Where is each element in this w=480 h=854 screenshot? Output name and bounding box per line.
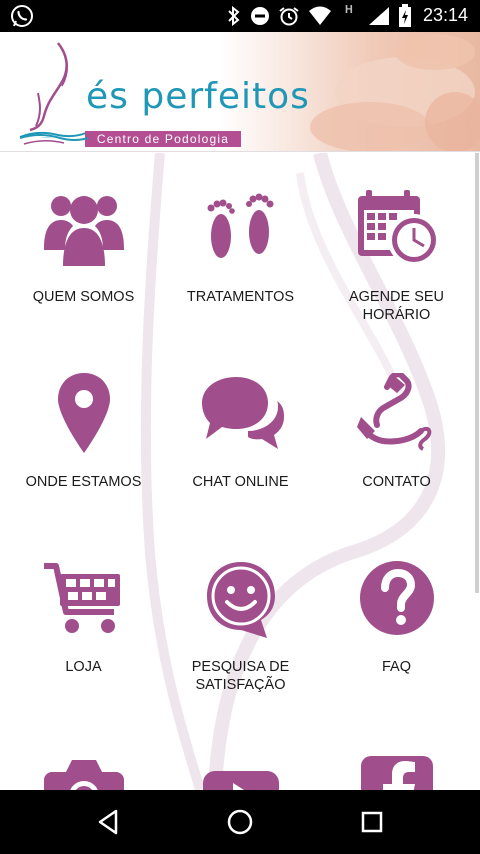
people-icon: [5, 183, 162, 273]
footprints-icon: [162, 183, 319, 273]
menu-content[interactable]: QUEM SOMOS TRATAMENTOS AGENDE SEU HORÁRI…: [0, 153, 472, 790]
recents-icon[interactable]: [352, 806, 392, 838]
status-time: 23:14: [422, 5, 468, 25]
do-not-disturb-icon: [250, 6, 270, 30]
menu-item-label: QUEM SOMOS: [32, 289, 135, 305]
menu-item-chat-online[interactable]: CHAT ONLINE: [162, 368, 319, 508]
camera-icon: [5, 744, 162, 790]
menu-item-pesquisa[interactable]: PESQUISA DE SATISFAÇÃO: [162, 553, 319, 713]
menu-item-loja[interactable]: LOJA: [5, 553, 162, 693]
menu-item-label: ONDE ESTAMOS: [25, 474, 142, 490]
alarm-icon: [278, 6, 300, 30]
menu-item-contato[interactable]: CONTATO: [318, 368, 472, 508]
location-pin-icon: [5, 368, 162, 458]
menu-item-label: FAQ: [381, 659, 411, 675]
video-play-icon: [162, 752, 319, 790]
menu-item-label: CHAT ONLINE: [192, 474, 289, 490]
nav-bar: [0, 790, 480, 854]
brand-wave: [19, 132, 90, 151]
menu-item-faq[interactable]: FAQ: [318, 553, 472, 693]
calendar-clock-icon: [318, 183, 472, 273]
whatsapp-icon: [10, 4, 34, 32]
menu-item-quem-somos[interactable]: QUEM SOMOS: [5, 183, 162, 323]
status-bar: H 23:14: [0, 0, 480, 32]
facebook-icon: [318, 744, 472, 790]
bluetooth-icon: [226, 5, 242, 30]
wifi-icon: [308, 6, 332, 30]
menu-item-onde-estamos[interactable]: ONDE ESTAMOS: [5, 368, 162, 508]
menu-item-label: CONTATO: [362, 474, 431, 490]
phone-icon: [318, 368, 472, 458]
battery-icon: [398, 4, 412, 32]
chat-bubbles-icon: [162, 368, 319, 458]
signal-icon: [368, 6, 390, 30]
menu-item-camera[interactable]: [5, 738, 162, 790]
menu-item-facebook[interactable]: [318, 738, 472, 790]
brand-subtitle: Centro de Podologia: [85, 131, 241, 147]
menu-item-agende[interactable]: AGENDE SEU HORÁRIO: [318, 183, 472, 343]
brand-name: és perfeitos: [86, 76, 310, 117]
menu-item-label: TRATAMENTOS: [186, 289, 295, 305]
back-icon[interactable]: [88, 806, 128, 838]
hspa-icon: H: [345, 3, 353, 16]
scrollbar-thumb[interactable]: [475, 153, 479, 593]
menu-item-tratamentos[interactable]: TRATAMENTOS: [162, 183, 319, 323]
menu-item-label: PESQUISA DE SATISFAÇÃO: [191, 659, 290, 693]
app-header: és perfeitos Centro de Podologia: [0, 32, 480, 152]
menu-item-video[interactable]: [162, 738, 319, 790]
shopping-cart-icon: [5, 553, 162, 643]
smiley-bubble-icon: [162, 553, 319, 643]
brand-logo: [18, 38, 88, 143]
scrollbar[interactable]: [472, 153, 480, 790]
menu-item-label: LOJA: [65, 659, 102, 675]
menu-item-label: AGENDE SEU HORÁRIO: [348, 289, 445, 323]
home-icon[interactable]: [220, 806, 260, 838]
question-icon: [318, 553, 472, 643]
